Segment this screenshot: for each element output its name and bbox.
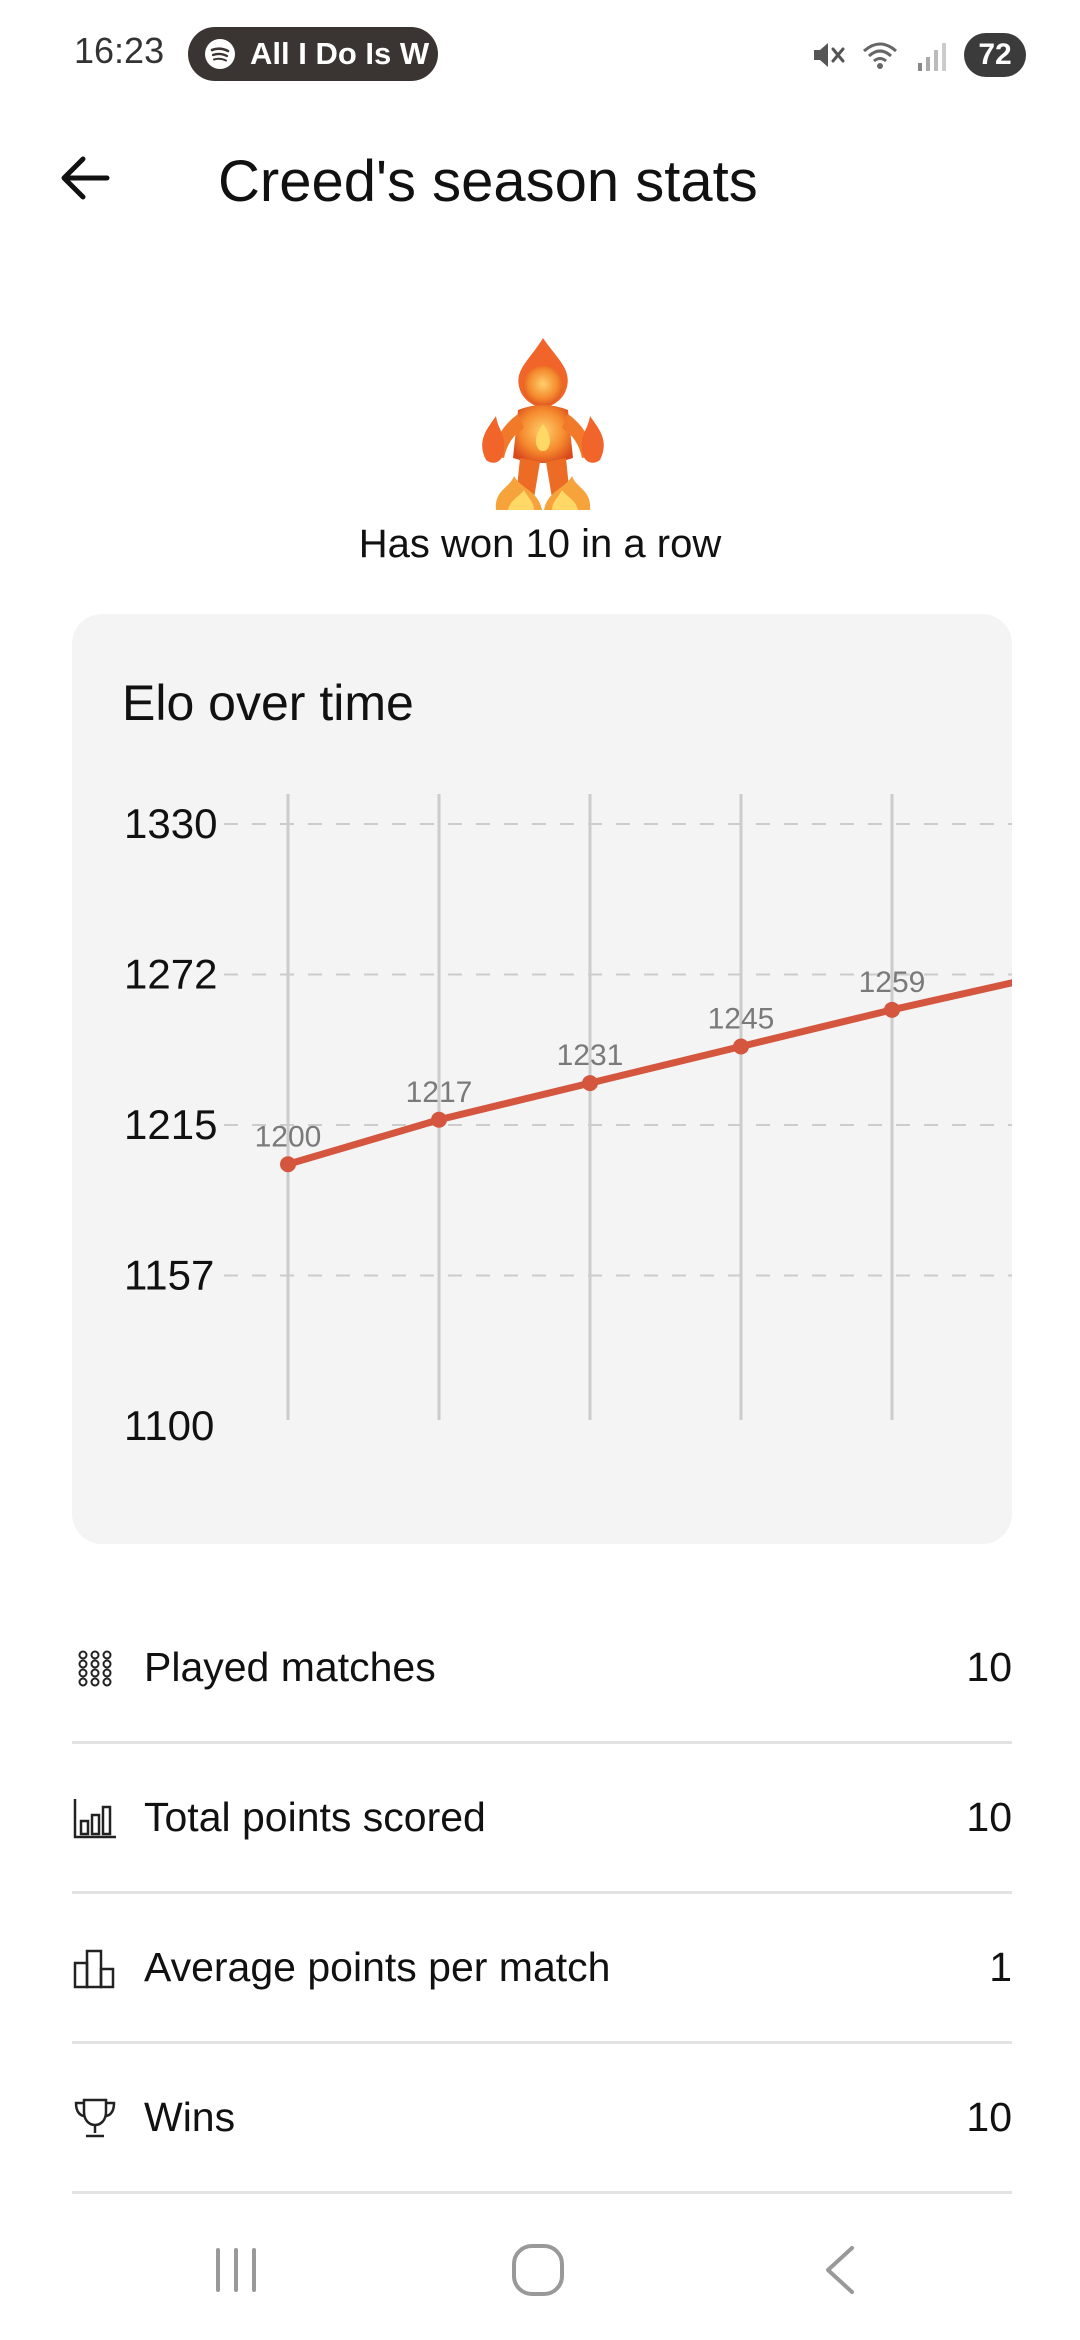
stats-list: Played matches 10 Total points scored 10… [72, 1594, 1012, 2194]
stat-label: Average points per match [144, 1944, 611, 1990]
wifi-6e-icon [863, 42, 897, 69]
y-tick-label: 1100 [124, 1402, 214, 1449]
elo-data-point [582, 1075, 598, 1092]
elo-data-label: 1245 [708, 1002, 775, 1035]
grid-dots-icon [78, 1650, 112, 1686]
home-icon [512, 2244, 564, 2296]
back-button[interactable] [52, 145, 118, 211]
recent-apps-icon [216, 2248, 256, 2292]
status-bar: 16:23 All I Do Is W 72 [0, 0, 1080, 110]
elo-line-chart: 1330 1272 1215 1157 1100 1200 1217 1231 1245 1259 [124, 794, 1012, 1449]
stat-row-average-points: Average points per match 1 [72, 1894, 1012, 2044]
fire-person-emoji [482, 338, 604, 510]
stat-value: 10 [966, 2094, 1012, 2140]
recent-apps-button[interactable] [206, 2240, 266, 2300]
elo-data-point [884, 1001, 900, 1018]
home-button[interactable] [508, 2240, 568, 2300]
bar-chart-icon [73, 1798, 116, 1838]
signal-icon [918, 43, 946, 71]
streak-text: Has won 10 in a row [358, 522, 722, 566]
system-back-button[interactable] [812, 2240, 872, 2300]
page-title: Creed's season stats [218, 149, 758, 214]
elo-data-label: 1231 [557, 1039, 624, 1072]
stat-value: 1 [989, 1944, 1012, 1990]
spotify-icon [205, 39, 235, 69]
stat-label: Total points scored [144, 1794, 486, 1840]
stat-label: Played matches [144, 1644, 436, 1690]
elo-chart-card: Elo over time 1330 1272 1215 1157 1100 1200 12… [72, 614, 1012, 1544]
stat-value: 10 [966, 1644, 1012, 1690]
media-title: All I Do Is W [250, 36, 430, 71]
mute-icon [814, 43, 845, 67]
elo-data-point [431, 1111, 447, 1128]
y-tick-label: 1330 [124, 800, 217, 847]
arrow-left-icon [61, 156, 110, 200]
bar-chart-outline-icon [73, 1949, 115, 1988]
battery-indicator: 72 [964, 33, 1026, 77]
stat-label: Wins [144, 2094, 236, 2140]
y-tick-label: 1157 [124, 1252, 214, 1299]
back-icon [826, 2246, 854, 2294]
media-pill[interactable]: All I Do Is W [188, 27, 438, 81]
elo-data-label: 1200 [255, 1120, 322, 1153]
elo-data-label: 1259 [859, 966, 926, 999]
stat-row-wins: Wins 10 [72, 2044, 1012, 2194]
elo-series-line [284, 979, 1012, 1168]
elo-data-label: 1217 [406, 1076, 473, 1109]
stat-row-played-matches: Played matches 10 [72, 1594, 1012, 1744]
stat-value: 10 [966, 1794, 1012, 1840]
status-time: 16:23 [74, 30, 165, 71]
y-tick-label: 1272 [124, 951, 217, 998]
elo-data-point [280, 1156, 296, 1173]
y-tick-label: 1215 [124, 1101, 217, 1148]
status-icons: 72 [808, 30, 1026, 80]
app-header: Creed's season stats [0, 120, 1080, 230]
elo-data-point [733, 1038, 749, 1055]
stat-row-total-points: Total points scored 10 [72, 1744, 1012, 1894]
trophy-icon [74, 2098, 116, 2137]
